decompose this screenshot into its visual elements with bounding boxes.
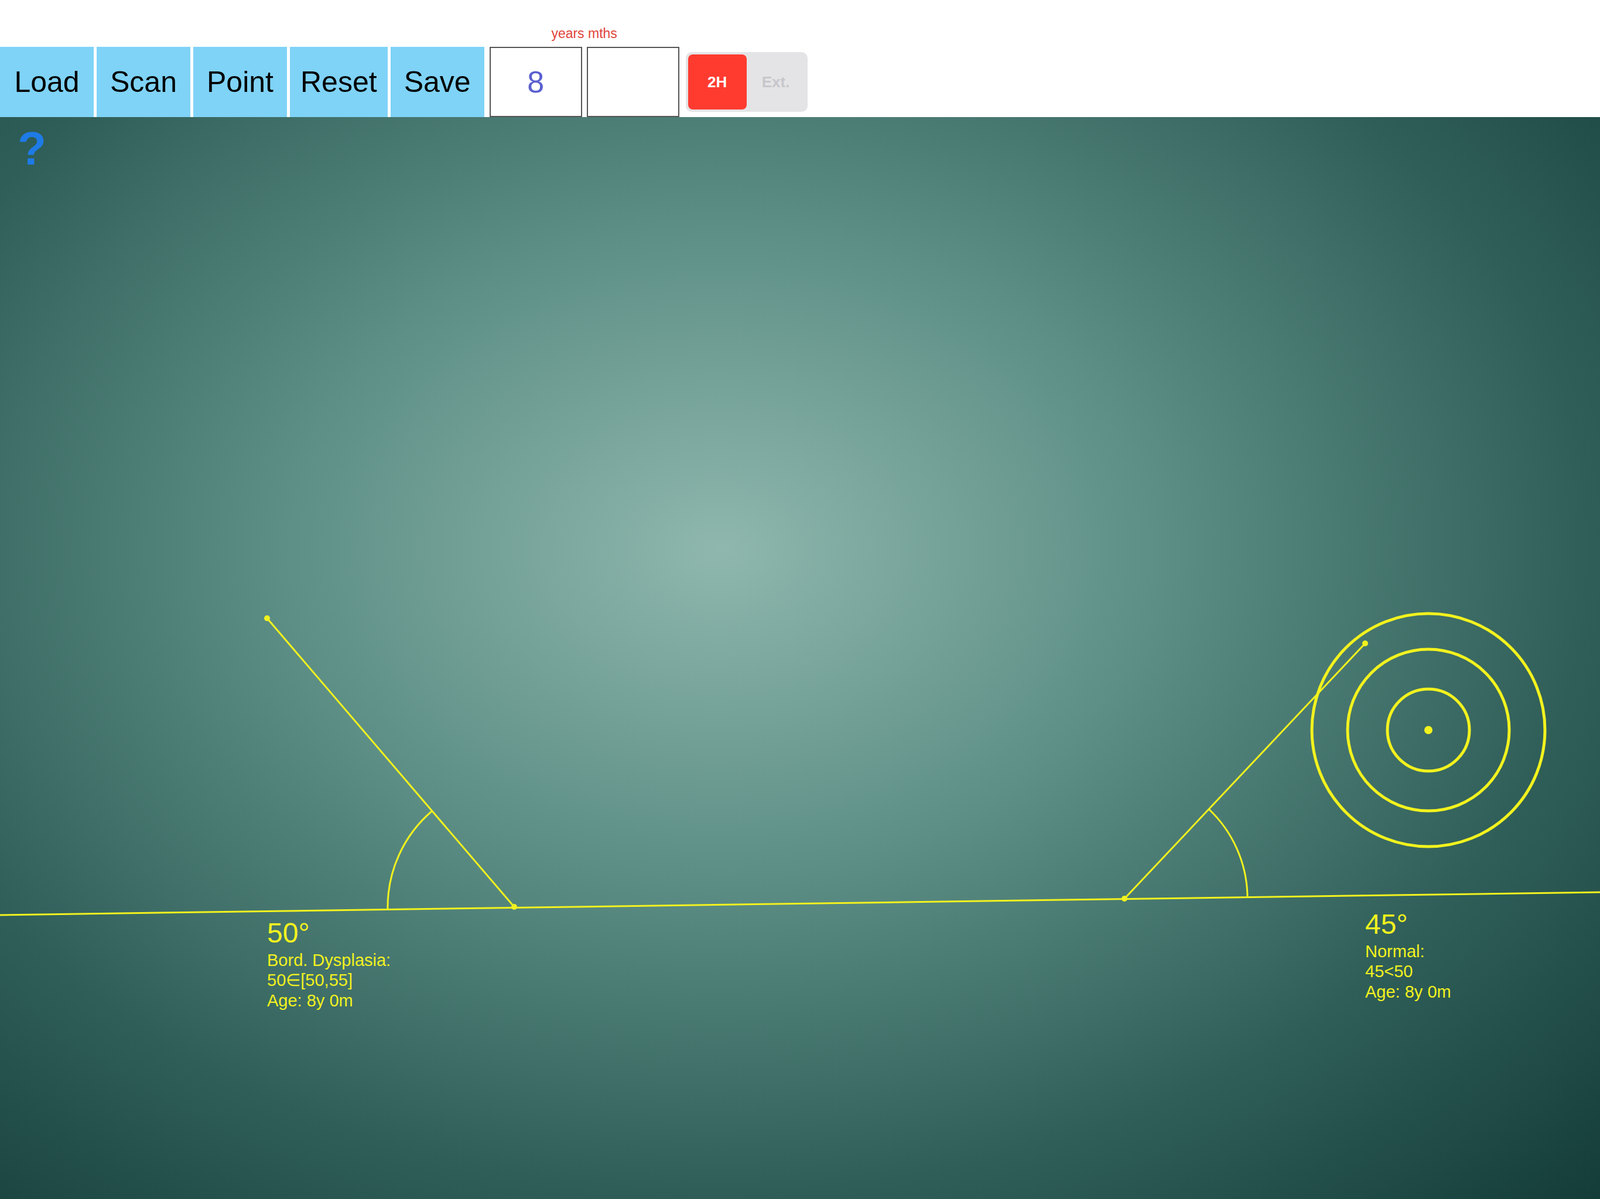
measurement-age: Age: 8y 0m [1365, 982, 1452, 1003]
angle-value: 45° [1365, 907, 1452, 942]
mode-option[interactable]: Ext. [746, 54, 806, 110]
angle-value: 50° [267, 916, 391, 951]
vertex-dot [511, 904, 518, 911]
endpoint-dot [1362, 640, 1369, 647]
toolbar: LoadScanPointResetSave years mths 2HExt. [0, 0, 1600, 118]
measurement-age: Age: 8y 0m [267, 990, 391, 1012]
years-input[interactable] [489, 46, 583, 118]
target-ring [1311, 613, 1545, 847]
help-button[interactable]: ? [17, 125, 47, 173]
measurement-status: Normal: [1365, 941, 1452, 963]
measurement-range: 45<50 [1365, 961, 1452, 983]
save-button[interactable]: Save [390, 46, 485, 118]
measurement-overlay [0, 117, 1600, 1199]
target-dot [1424, 726, 1433, 735]
vertex-dot [1121, 896, 1128, 902]
months-input[interactable] [586, 46, 680, 118]
angle-measurement [264, 615, 518, 911]
angle-line [1124, 643, 1366, 899]
mode-toggle: 2HExt. [685, 52, 808, 112]
age-fields: years mths [489, 25, 680, 118]
age-inputs [489, 46, 680, 118]
target-ring [1387, 689, 1470, 772]
reset-button[interactable]: Reset [289, 46, 388, 118]
age-caption: years mths [551, 25, 617, 43]
angle-measurement [1121, 613, 1545, 902]
load-button[interactable]: Load [0, 46, 94, 118]
baseline-line [0, 892, 1600, 916]
measurement-label: 45°Normal:45<50Age: 8y 0m [1365, 907, 1452, 1003]
measurement-range: 50∈[50,55] [267, 970, 391, 991]
xray-image[interactable]: 50°Bord. Dysplasia:50∈[50,55]Age: 8y 0m4… [0, 117, 1600, 1199]
target-ring [1347, 649, 1510, 812]
angle-arc [1208, 809, 1248, 897]
point-button[interactable]: Point [193, 46, 287, 118]
measurement-status: Bord. Dysplasia: [267, 950, 391, 972]
endpoint-dot [264, 615, 270, 622]
mode-option[interactable]: 2H [688, 54, 747, 110]
measurement-label: 50°Bord. Dysplasia:50∈[50,55]Age: 8y 0m [267, 916, 391, 1012]
angle-line [267, 618, 515, 908]
angle-arc [387, 811, 433, 909]
scan-button[interactable]: Scan [96, 46, 191, 118]
